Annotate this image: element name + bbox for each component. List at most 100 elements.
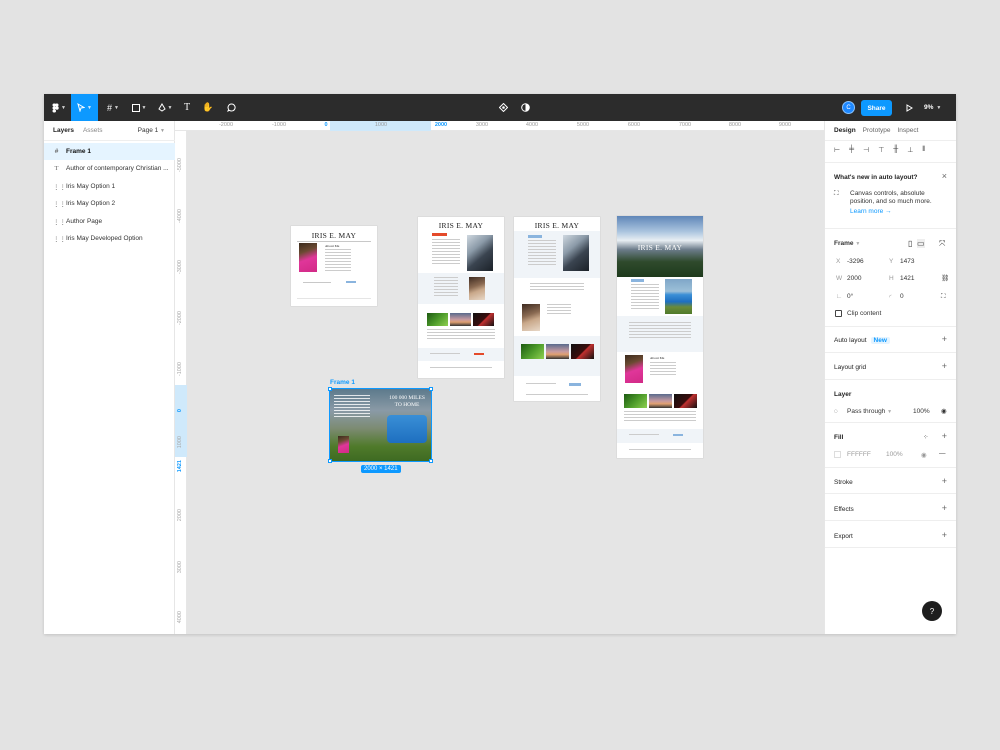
divider	[44, 140, 175, 141]
y-input[interactable]: 1473	[900, 258, 914, 265]
whats-new-title: What's new in auto layout?	[834, 174, 918, 181]
page-selector[interactable]: Page 1 ▼	[138, 127, 165, 134]
visibility-icon[interactable]: ◉	[921, 451, 927, 459]
frame-label: Frame	[834, 240, 854, 247]
portrait-icon[interactable]: ▯	[908, 239, 912, 248]
align-top-icon[interactable]: ⊤	[878, 146, 884, 154]
landscape-icon[interactable]: ▭	[917, 239, 925, 248]
figma-window: ▼ ▼ # ▼ ▼ ▼ T ✋ C Share 9% ▼ Layers Asse…	[44, 94, 956, 634]
resize-handle[interactable]	[328, 459, 332, 463]
theme-toggle-button[interactable]	[518, 94, 532, 121]
layer-author-text[interactable]: T Author of contemporary Christian ...	[44, 160, 175, 177]
align-right-icon[interactable]: ⊣	[863, 146, 869, 154]
resize-handle[interactable]	[429, 387, 433, 391]
ruler-tick: 0	[324, 122, 328, 128]
add-effect-icon[interactable]: +	[942, 503, 947, 513]
fill-hex-input[interactable]: FFFFFF	[847, 451, 871, 458]
figma-menu-button[interactable]: ▼	[48, 94, 70, 121]
text-tool-button[interactable]: T	[179, 94, 195, 121]
tab-design[interactable]: Design	[834, 127, 856, 134]
site-title: IRIS E. MAY	[534, 221, 580, 230]
eye-icon[interactable]: ◉	[941, 407, 947, 415]
book-title: 100 000 MILES TO HOME	[389, 395, 425, 408]
text-block	[434, 277, 458, 297]
comment-tool-button[interactable]	[222, 94, 240, 121]
fill-opacity-input[interactable]: 100%	[886, 451, 903, 458]
add-stroke-icon[interactable]: +	[942, 476, 947, 486]
add-fill-icon[interactable]: +	[942, 431, 947, 441]
add-layout-grid-icon[interactable]: +	[942, 361, 947, 371]
layer-frame-1[interactable]: # Frame 1	[44, 143, 175, 160]
shape-tool-button[interactable]: ▼	[127, 94, 151, 121]
rotation-input[interactable]: 0°	[847, 293, 853, 300]
add-auto-layout-icon[interactable]: +	[942, 334, 947, 344]
effects-label: Effects	[834, 506, 854, 513]
h-input[interactable]: 1421	[900, 275, 914, 282]
fill-swatch[interactable]	[834, 451, 841, 458]
constrain-proportions-icon[interactable]: ⛓	[941, 274, 949, 282]
align-center-v-icon[interactable]: ╫	[893, 146, 898, 154]
frame-icon: #	[107, 102, 113, 113]
tab-prototype[interactable]: Prototype	[863, 127, 891, 134]
blend-mode-dropdown[interactable]: Pass through ▼	[847, 408, 892, 415]
present-button[interactable]	[902, 94, 916, 121]
layer-iris-may-option-1[interactable]: ⋮⋮ Iris May Option 1	[44, 178, 175, 195]
subscribe-button	[346, 281, 356, 283]
components-button[interactable]	[496, 94, 510, 121]
ruler-tick: 4000	[525, 122, 539, 128]
align-center-h-icon[interactable]: ╪	[849, 146, 854, 154]
divider	[825, 467, 956, 468]
chevron-down-icon: ▼	[141, 104, 147, 111]
w-input[interactable]: 2000	[847, 275, 861, 282]
distribute-icon[interactable]: ⫴	[922, 146, 925, 154]
frame-1[interactable]: 100 000 MILES TO HOME	[329, 388, 432, 462]
tab-inspect[interactable]: Inspect	[898, 127, 919, 134]
text-block	[526, 383, 556, 385]
layer-author-page[interactable]: ⋮⋮ Author Page	[44, 213, 175, 230]
independent-corners-icon[interactable]: ⛶	[941, 293, 946, 301]
resize-handle[interactable]	[328, 387, 332, 391]
frame-tool-button[interactable]: # ▼	[101, 94, 125, 121]
resize-handle[interactable]	[429, 459, 433, 463]
footer	[526, 394, 588, 396]
align-left-icon[interactable]: ⊢	[834, 146, 840, 154]
x-input[interactable]: -3296	[847, 258, 864, 265]
learn-more-link[interactable]: Learn more →	[850, 208, 892, 215]
zoom-dropdown[interactable]: 9% ▼	[924, 94, 941, 121]
tab-layers[interactable]: Layers	[53, 127, 74, 134]
author-page-frame[interactable]: IRIS E. MAY About Me	[291, 226, 377, 306]
layer-opacity[interactable]: 100%	[913, 408, 930, 415]
chevron-down-icon: ▼	[61, 104, 66, 111]
layer-iris-may-option-2[interactable]: ⋮⋮ Iris May Option 2	[44, 195, 175, 212]
iris-may-option-2-frame[interactable]: IRIS E. MAY	[514, 217, 600, 401]
iris-may-option-1-frame[interactable]: IRIS E. MAY	[418, 217, 504, 378]
grid-icon: ⋮⋮	[53, 200, 66, 208]
canvas[interactable]: IRIS E. MAY About Me IRIS E. MAY IRIS E.…	[187, 131, 824, 634]
help-button[interactable]: ?	[922, 601, 942, 621]
pen-tool-button[interactable]: ▼	[153, 94, 177, 121]
move-tool-button[interactable]: ▼	[71, 94, 98, 121]
resize-to-fit-icon[interactable]: ⤧	[939, 239, 945, 249]
user-avatar[interactable]: C	[842, 101, 855, 114]
share-button[interactable]: Share	[861, 100, 892, 116]
author-photo	[338, 436, 349, 453]
cursor-icon	[77, 103, 86, 112]
frame-icon: #	[54, 148, 59, 155]
frame-name-label[interactable]: Frame 1	[330, 379, 355, 386]
divider	[825, 379, 956, 380]
remove-fill-icon[interactable]: —	[939, 450, 946, 457]
tab-assets[interactable]: Assets	[83, 127, 103, 134]
align-bottom-icon[interactable]: ⊥	[907, 146, 913, 154]
clip-content-checkbox[interactable]	[835, 310, 842, 317]
add-export-icon[interactable]: +	[942, 530, 947, 540]
close-icon[interactable]: ×	[942, 171, 947, 181]
hand-tool-button[interactable]: ✋	[199, 94, 217, 121]
design-panel: Design Prototype Inspect ⊢ ╪ ⊣ ⊤ ╫ ⊥ ⫴ W…	[824, 121, 956, 634]
styles-icon[interactable]: ⁘	[923, 433, 928, 441]
radius-input[interactable]: 0	[900, 293, 904, 300]
book-cover	[624, 394, 647, 408]
frame-type-dropdown[interactable]: Frame ▼	[834, 240, 860, 247]
layer-label: Author Page	[66, 218, 103, 225]
layer-iris-may-developed[interactable]: ⋮⋮ Iris May Developed Option	[44, 230, 175, 247]
iris-may-developed-frame[interactable]: IRIS E. MAY About Me	[617, 216, 703, 458]
